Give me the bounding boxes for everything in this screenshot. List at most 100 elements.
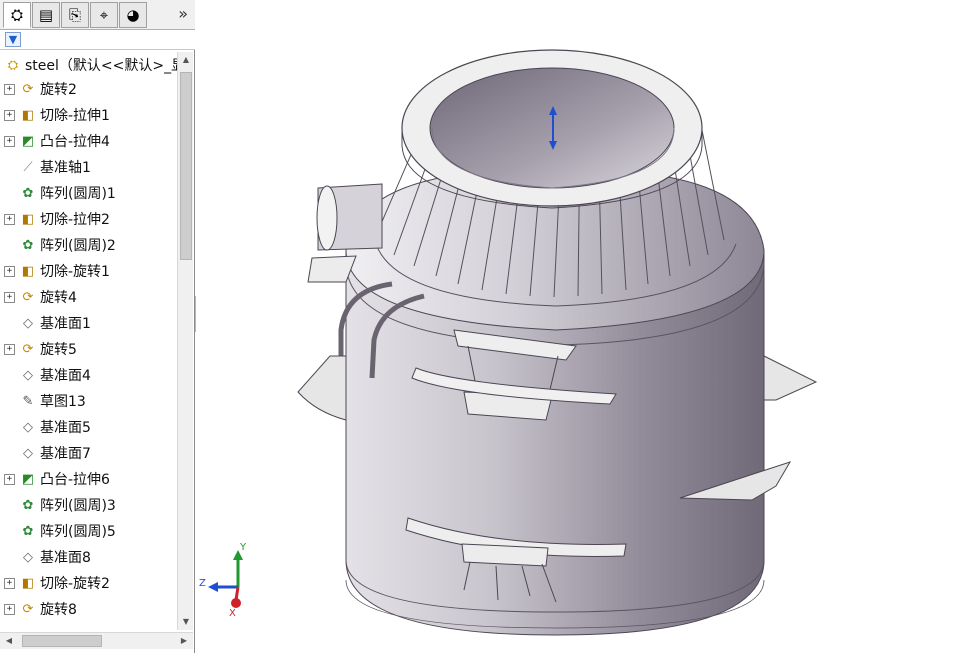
tree-item[interactable]: ◇ 基准面1 bbox=[4, 310, 91, 336]
revolve-feature-icon: ⟳ bbox=[22, 601, 34, 617]
boss-feature-icon: ◩ bbox=[21, 133, 35, 149]
tree-item[interactable]: + ◩ 凸台-拉伸4 bbox=[4, 128, 110, 154]
x-axis-ball-icon bbox=[231, 598, 241, 608]
tree-item-label: 基准面1 bbox=[40, 316, 91, 332]
pattern-feature-icon: ✿ bbox=[22, 185, 34, 201]
expand-plus-icon[interactable]: + bbox=[4, 343, 15, 355]
tree-item-label: 阵列(圆周)2 bbox=[40, 238, 116, 254]
feature-manager-panel: ⛭ ▤ ⎘ ⌖ ◕ » ▼ ⛭ steel（默认<<默认>_显 + ⟳ 旋转2 + ◧ 切除-拉伸… bbox=[0, 0, 195, 653]
tree-item-label: 切除-旋转2 bbox=[40, 576, 110, 592]
tree-item[interactable]: + ⟳ 旋转2 bbox=[4, 76, 77, 102]
scroll-left-arrow-icon[interactable]: ◀ bbox=[2, 633, 16, 649]
tree-item[interactable]: ✿ 阵列(圆周)5 bbox=[4, 518, 116, 544]
dimxpert-manager-tab[interactable]: ⌖ bbox=[90, 1, 118, 28]
tree-item[interactable]: ✿ 阵列(圆周)3 bbox=[4, 492, 116, 518]
revolve-feature-icon: ⟳ bbox=[22, 81, 34, 97]
expand-plus-icon[interactable]: + bbox=[4, 265, 15, 277]
axis-feature-icon: ⟋ bbox=[23, 159, 33, 175]
root-part-label: steel（默认<<默认>_显 bbox=[25, 58, 178, 74]
expand-plus-icon[interactable]: + bbox=[4, 603, 15, 615]
pattern-feature-icon: ✿ bbox=[22, 523, 34, 539]
tree-item[interactable]: ◇ 基准面8 bbox=[4, 544, 91, 570]
expand-plus-icon[interactable]: + bbox=[4, 135, 15, 147]
expand-plus-icon[interactable]: + bbox=[4, 213, 15, 225]
filter-icon[interactable]: ▼ bbox=[5, 32, 21, 47]
display-manager-tab[interactable]: ◕ bbox=[119, 1, 147, 28]
expand-plus-icon[interactable]: + bbox=[4, 577, 15, 589]
plane-feature-icon: ◇ bbox=[23, 419, 33, 435]
model-view[interactable] bbox=[196, 0, 970, 653]
tree-item[interactable]: + ⟳ 旋转8 bbox=[4, 596, 77, 622]
y-axis-label: Y bbox=[239, 542, 247, 553]
tree-item[interactable]: ⟋ 基准轴1 bbox=[4, 154, 90, 180]
tree-item-label: 切除-旋转1 bbox=[40, 264, 110, 280]
tree-item-label: 基准面7 bbox=[40, 446, 91, 462]
tree-item-label: 阵列(圆周)1 bbox=[40, 186, 116, 202]
plane-feature-icon: ◇ bbox=[23, 367, 33, 383]
tree-item-label: 切除-拉伸1 bbox=[40, 108, 110, 124]
cut-feature-icon: ◧ bbox=[21, 575, 35, 591]
tree-item[interactable]: + ⟳ 旋转5 bbox=[4, 336, 77, 362]
tree-item[interactable]: + ◧ 切除-旋转2 bbox=[4, 570, 110, 596]
tree-item-label: 阵列(圆周)5 bbox=[40, 524, 116, 540]
expand-plus-icon[interactable]: + bbox=[4, 83, 15, 95]
tree-item[interactable]: ◇ 基准面7 bbox=[4, 440, 91, 466]
tree-item-label: 基准面8 bbox=[40, 550, 91, 566]
tree-item[interactable]: + ◧ 切除-拉伸1 bbox=[4, 102, 110, 128]
tree-item-label: 旋转2 bbox=[40, 82, 77, 98]
horizontal-scroll-thumb[interactable] bbox=[22, 635, 102, 647]
tree-item[interactable]: ✎ 草图13 bbox=[4, 388, 86, 414]
tree-item-label: 凸台-拉伸4 bbox=[40, 134, 110, 150]
z-axis-arrow-icon bbox=[208, 582, 218, 592]
feature-tree: ⛭ steel（默认<<默认>_显 + ⟳ 旋转2 + ◧ 切除-拉伸1 + ◩ 凸台-拉伸4 ⟋… bbox=[0, 52, 178, 630]
plane-feature-icon: ◇ bbox=[23, 315, 33, 331]
tree-item-label: 基准面5 bbox=[40, 420, 91, 436]
tree-item-label: 基准面4 bbox=[40, 368, 91, 384]
part-icon: ⛭ bbox=[7, 57, 19, 73]
feature-manager-tab[interactable]: ⛭ bbox=[3, 1, 31, 28]
revolve-feature-icon: ⟳ bbox=[22, 341, 34, 357]
tree-item[interactable]: + ◩ 凸台-拉伸6 bbox=[4, 466, 110, 492]
graphics-viewport[interactable]: Y Z X bbox=[196, 0, 970, 653]
tree-item-label: 凸台-拉伸6 bbox=[40, 472, 110, 488]
configuration-manager-tab[interactable]: ⎘ bbox=[61, 1, 89, 28]
more-tabs-chevron-icon[interactable]: » bbox=[178, 4, 188, 23]
tree-item[interactable]: + ◧ 切除-旋转1 bbox=[4, 258, 110, 284]
manager-tabs: ⛭ ▤ ⎘ ⌖ ◕ bbox=[0, 0, 195, 30]
expand-plus-icon[interactable]: + bbox=[4, 291, 15, 303]
tree-item-label: 阵列(圆周)3 bbox=[40, 498, 116, 514]
tree-item-label: 切除-拉伸2 bbox=[40, 212, 110, 228]
boss-feature-icon: ◩ bbox=[21, 471, 35, 487]
tree-root-part[interactable]: ⛭ steel（默认<<默认>_显 bbox=[4, 54, 178, 76]
tree-item[interactable]: ✿ 阵列(圆周)1 bbox=[4, 180, 116, 206]
scroll-down-arrow-icon[interactable]: ▼ bbox=[178, 614, 194, 630]
tree-item-label: 旋转4 bbox=[40, 290, 77, 306]
scroll-up-arrow-icon[interactable]: ▲ bbox=[178, 52, 194, 68]
expand-plus-icon[interactable]: + bbox=[4, 109, 15, 121]
tree-item[interactable]: ◇ 基准面4 bbox=[4, 362, 91, 388]
tree-item-label: 旋转8 bbox=[40, 602, 77, 618]
tree-horizontal-scrollbar[interactable]: ◀ ▶ bbox=[0, 632, 193, 649]
vertical-scroll-thumb[interactable] bbox=[180, 72, 192, 260]
tree-item-label: 草图13 bbox=[40, 394, 86, 410]
scroll-right-arrow-icon[interactable]: ▶ bbox=[177, 633, 191, 649]
property-manager-tab[interactable]: ▤ bbox=[32, 1, 60, 28]
tree-item[interactable]: ✿ 阵列(圆周)2 bbox=[4, 232, 116, 258]
tree-item[interactable]: + ◧ 切除-拉伸2 bbox=[4, 206, 110, 232]
tree-item[interactable]: + ⟳ 旋转4 bbox=[4, 284, 77, 310]
tree-item-label: 旋转5 bbox=[40, 342, 77, 358]
tree-item[interactable]: ◇ 基准面5 bbox=[4, 414, 91, 440]
expand-plus-icon[interactable]: + bbox=[4, 473, 15, 485]
plane-feature-icon: ◇ bbox=[23, 549, 33, 565]
tree-vertical-scrollbar[interactable]: ▲ ▼ bbox=[177, 52, 193, 630]
cut-feature-icon: ◧ bbox=[21, 263, 35, 279]
